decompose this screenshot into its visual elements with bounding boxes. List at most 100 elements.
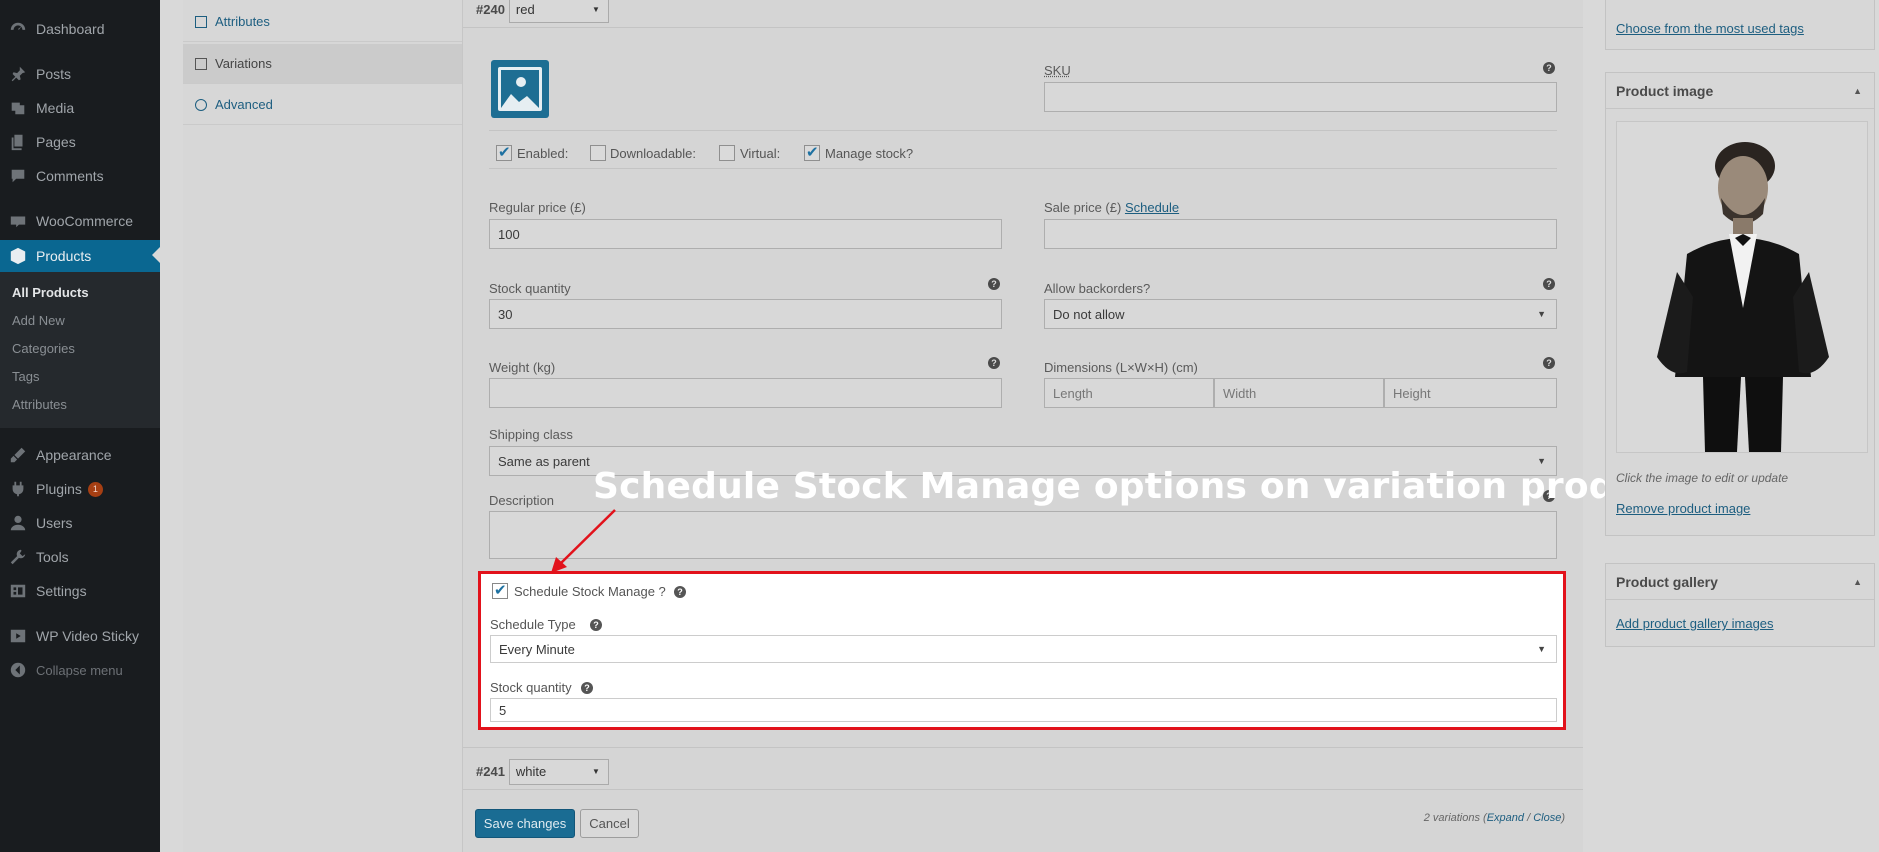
comments-icon (0, 167, 36, 185)
menu-pages[interactable]: Pages (0, 127, 160, 157)
menu-comments[interactable]: Comments (0, 161, 160, 191)
collapse-icon (0, 661, 36, 679)
submenu-add-new[interactable]: Add New (12, 313, 65, 328)
menu-woocommerce[interactable]: WooCommerce (0, 206, 160, 236)
regular-price-input[interactable]: 100 (489, 219, 1002, 249)
backorders-select[interactable]: Do not allow (1044, 299, 1557, 329)
tags-box: Choose from the most used tags (1605, 0, 1875, 50)
schedule-stock-quantity-input[interactable]: 5 (490, 698, 1557, 722)
menu-wp-video-sticky[interactable]: WP Video Sticky (0, 621, 160, 651)
dashboard-icon (0, 20, 36, 38)
downloadable-checkbox[interactable] (590, 145, 606, 161)
length-input[interactable]: Length (1044, 378, 1214, 408)
users-icon (0, 514, 36, 532)
image-note: Click the image to edit or update (1616, 471, 1789, 485)
collapse-menu-button[interactable]: Collapse menu (0, 655, 160, 685)
cancel-button[interactable]: Cancel (580, 809, 639, 838)
tab-advanced[interactable]: Advanced (183, 85, 462, 125)
menu-label: WP Video Sticky (36, 628, 139, 644)
wrench-icon (0, 548, 36, 566)
enabled-checkbox[interactable] (496, 143, 512, 161)
menu-label: Settings (36, 583, 87, 599)
sku-input[interactable] (1044, 82, 1557, 112)
variation-240-header[interactable]: #240 red (463, 0, 1583, 28)
variation-241-header[interactable]: #241 white (463, 754, 1583, 790)
width-input[interactable]: Width (1214, 378, 1384, 408)
schedule-type-label: Schedule Type (490, 617, 576, 632)
weight-input[interactable] (489, 378, 1002, 408)
stock-quantity-help-icon[interactable]: ? (988, 278, 1000, 290)
menu-media[interactable]: Media (0, 93, 160, 123)
media-icon (0, 99, 36, 117)
menu-posts[interactable]: Posts (0, 59, 160, 89)
backorders-help-icon[interactable]: ? (1543, 278, 1555, 290)
tab-attributes[interactable]: Attributes (183, 2, 462, 42)
product-image-thumbnail[interactable] (1616, 121, 1868, 453)
variation-attribute-select[interactable]: white (508, 758, 609, 785)
menu-appearance[interactable]: Appearance (0, 440, 160, 470)
sale-price-label: Sale price (£) Schedule (1044, 200, 1179, 215)
schedule-stock-checkbox[interactable] (492, 581, 508, 599)
remove-product-image-link[interactable]: Remove product image (1616, 501, 1750, 516)
submenu-categories[interactable]: Categories (12, 341, 75, 356)
schedule-stock-box: Schedule Stock Manage ? ? Schedule Type … (478, 571, 1566, 730)
schedule-type-select[interactable]: Every Minute (490, 635, 1557, 663)
height-input[interactable]: Height (1384, 378, 1557, 408)
menu-plugins[interactable]: Plugins 1 (0, 474, 160, 504)
product-image-title[interactable]: Product image ▲ (1606, 73, 1874, 109)
menu-settings[interactable]: Settings (0, 576, 160, 606)
menu-label: Plugins (36, 481, 82, 497)
virtual-checkbox[interactable] (719, 145, 735, 161)
stock-quantity-input[interactable]: 30 (489, 299, 1002, 329)
add-gallery-images-link[interactable]: Add product gallery images (1616, 616, 1774, 631)
weight-help-icon[interactable]: ? (988, 357, 1000, 369)
dimensions-label: Dimensions (L×W×H) (cm) (1044, 360, 1198, 375)
submenu-attributes[interactable]: Attributes (12, 397, 67, 412)
sku-label: SKU (1044, 63, 1071, 78)
manage-stock-checkbox[interactable] (804, 143, 820, 161)
schedule-sale-link[interactable]: Schedule (1125, 200, 1179, 215)
product-image-title-text: Product image (1616, 82, 1714, 99)
menu-users[interactable]: Users (0, 508, 160, 538)
save-changes-button[interactable]: Save changes (475, 809, 575, 838)
annotation-arrow-icon (551, 509, 616, 573)
tab-label: Advanced (215, 97, 273, 112)
submenu-all-products[interactable]: All Products (12, 285, 89, 300)
tab-variations[interactable]: Variations (183, 44, 462, 84)
expand-link[interactable]: Expand (1487, 812, 1524, 824)
schedule-type-help-icon[interactable]: ? (590, 619, 602, 631)
menu-label: Dashboard (36, 21, 105, 37)
menu-dashboard[interactable]: Dashboard (0, 14, 160, 44)
menu-products[interactable]: Products (0, 240, 160, 272)
close-link[interactable]: Close (1533, 812, 1561, 824)
brush-icon (0, 446, 36, 464)
most-used-tags-link[interactable]: Choose from the most used tags (1616, 21, 1804, 36)
plugins-update-badge: 1 (87, 481, 103, 497)
variation-image-upload[interactable] (491, 60, 549, 118)
submenu-tags[interactable]: Tags (12, 369, 39, 384)
variation-number: #240 (476, 2, 505, 17)
regular-price-label: Regular price (£) (489, 200, 586, 215)
schedule-stock-help-icon[interactable]: ? (674, 586, 686, 598)
dimensions-help-icon[interactable]: ? (1543, 357, 1555, 369)
toggle-arrow-icon[interactable]: ▲ (1853, 577, 1862, 587)
sku-help-icon[interactable]: ? (1543, 62, 1555, 74)
menu-label: Users (36, 515, 73, 531)
height-placeholder: Height (1393, 385, 1431, 401)
admin-sidebar: Dashboard Posts Media Pages Comments Woo… (0, 0, 160, 852)
description-textarea[interactable] (489, 511, 1557, 559)
tab-label: Attributes (215, 14, 270, 29)
menu-label: Products (36, 248, 92, 264)
toggle-arrow-icon[interactable]: ▲ (1853, 86, 1862, 96)
product-gallery-title[interactable]: Product gallery ▲ (1606, 564, 1874, 600)
checkbox-row-bottom-divider (489, 168, 1557, 169)
product-image-box: Product image ▲ Click the image to edit … (1605, 72, 1875, 536)
menu-tools[interactable]: Tools (0, 542, 160, 572)
menu-label: Comments (36, 168, 104, 184)
plugin-icon (0, 480, 36, 498)
variation-attribute-select[interactable]: red (508, 0, 609, 23)
menu-label: Media (36, 100, 75, 116)
grid-icon (195, 57, 207, 70)
schedule-stock-quantity-help-icon[interactable]: ? (581, 682, 593, 694)
sale-price-input[interactable] (1044, 219, 1557, 249)
